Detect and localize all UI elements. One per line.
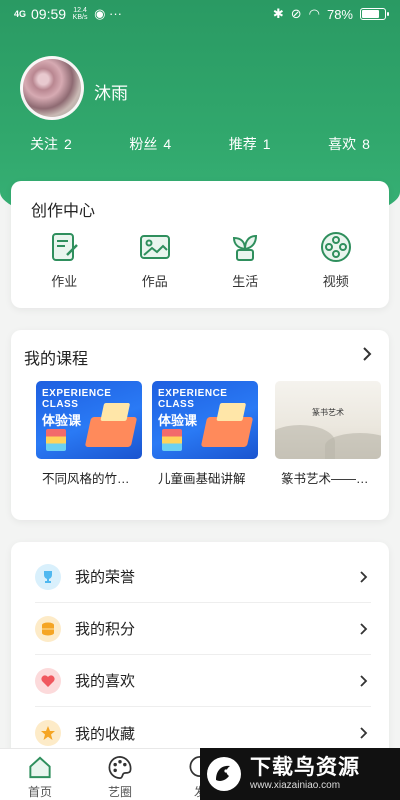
course-thumbnail: 篆书艺术: [275, 381, 381, 459]
my-courses-card: 我的课程 EXPERIENCE CLASS 体验课 不同风格的竹… EXPERIE…: [11, 330, 389, 520]
mute-icon: ⊘: [290, 6, 302, 21]
artwork-icon: [139, 235, 170, 259]
course-thumbnail: EXPERIENCE CLASS 体验课: [152, 381, 258, 459]
creation-center-title: 创作中心: [31, 203, 96, 220]
stat-likes[interactable]: 喜欢 8: [328, 134, 370, 154]
bluetooth-icon: ✱: [272, 6, 284, 21]
course-card[interactable]: EXPERIENCE CLASS 体验课 儿童画基础讲解: [152, 381, 258, 487]
film-reel-icon: [320, 232, 351, 262]
wifi-icon: ◠: [308, 6, 320, 21]
chevron-right-icon: [360, 674, 368, 687]
menu-item-points[interactable]: 我的积分: [35, 603, 371, 655]
course-card[interactable]: 篆书艺术 篆书艺术——…: [275, 381, 381, 487]
trophy-icon: [35, 563, 61, 590]
palette-icon: [108, 756, 132, 779]
course-title: 儿童画基础讲解: [158, 472, 246, 486]
coins-icon: [35, 615, 61, 642]
heart-icon: [35, 667, 61, 694]
bird-logo-icon: [207, 757, 241, 791]
plant-icon: [233, 234, 258, 261]
menu-item-honors[interactable]: 我的荣誉: [35, 551, 371, 603]
creation-center-card: 创作中心 作业 作品 生活 视频: [11, 181, 389, 308]
stat-recommended[interactable]: 推荐 1: [229, 134, 271, 154]
creation-item-life[interactable]: 生活: [210, 229, 280, 290]
profile-stats: 关注 2 粉丝 4 推荐 1 喜欢 8: [0, 134, 400, 154]
username: 沐雨: [94, 84, 128, 103]
home-icon: [29, 756, 51, 779]
stat-followers[interactable]: 粉丝 4: [129, 134, 171, 154]
course-title: 篆书艺术——…: [281, 472, 369, 486]
course-card[interactable]: EXPERIENCE CLASS 体验课 不同风格的竹…: [36, 381, 142, 487]
battery-icon: [360, 8, 389, 20]
my-courses-title: 我的课程: [24, 351, 89, 368]
creation-item-artwork[interactable]: 作品: [120, 229, 190, 290]
watermark-url: www.xiazainiao.com: [250, 780, 341, 791]
profile-menu-card: 我的荣誉 我的积分 我的喜欢 我的收藏: [11, 542, 389, 762]
tab-home[interactable]: 首页: [0, 749, 80, 800]
creation-item-video[interactable]: 视频: [301, 229, 371, 290]
stat-following[interactable]: 关注 2: [30, 134, 72, 154]
tab-art-circle[interactable]: 艺圈: [80, 749, 160, 800]
chevron-right-icon: [360, 727, 368, 739]
homework-icon: [52, 233, 79, 261]
chevron-right-icon: [360, 622, 368, 635]
chevron-right-icon[interactable]: [357, 344, 377, 364]
network-indicator: 4G: [14, 8, 27, 19]
chevron-right-icon: [360, 570, 368, 583]
watermark-title: 下载鸟资源: [250, 756, 360, 779]
creation-item-homework[interactable]: 作业: [29, 229, 99, 290]
menu-item-likes[interactable]: 我的喜欢: [35, 655, 371, 707]
status-bar: 4G 09:59 12.4 KB/s ◉ ··· ✱ ⊘ ◠ 78%: [0, 0, 400, 28]
course-title: 不同风格的竹…: [42, 472, 130, 486]
clock: 09:59: [31, 6, 67, 22]
app-notification-icon: ◉ ···: [94, 6, 123, 21]
battery-percent: 78%: [326, 6, 353, 22]
avatar[interactable]: [20, 56, 84, 120]
star-icon: [35, 720, 61, 746]
network-speed: 12.4 KB/s: [72, 7, 88, 21]
course-thumbnail: EXPERIENCE CLASS 体验课: [36, 381, 142, 459]
watermark-banner: 下载鸟资源 www.xiazainiao.com: [200, 748, 400, 800]
